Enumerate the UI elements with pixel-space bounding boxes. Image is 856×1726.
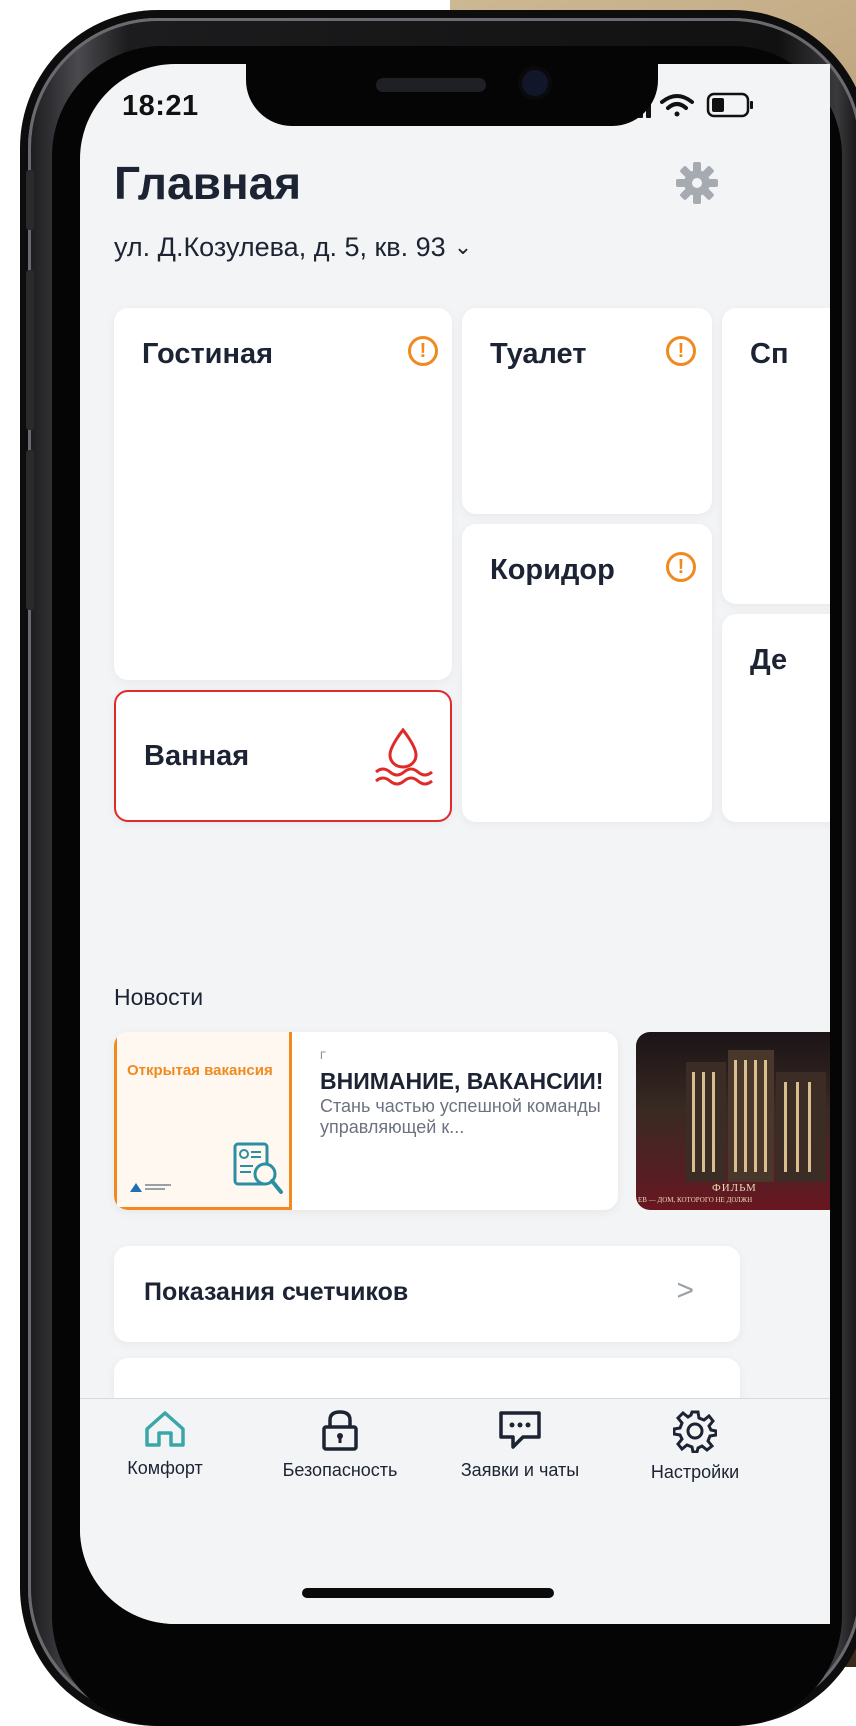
room-card-corridor[interactable]: Коридор ! bbox=[462, 524, 712, 822]
chevron-right-icon: > bbox=[676, 1274, 694, 1307]
status-time: 18:21 bbox=[122, 90, 199, 122]
meter-readings-row[interactable]: Показания счетчиков > bbox=[114, 1246, 740, 1342]
room-card-toilet[interactable]: Туалет ! bbox=[462, 308, 712, 514]
app-content: 18:21 Главная ул. Д.Козулева, д. 5, кв. … bbox=[80, 64, 830, 1624]
room-name: Туалет bbox=[490, 338, 587, 370]
tab-label: Настройки bbox=[650, 1462, 740, 1482]
room-card-bathroom[interactable]: Ванная bbox=[114, 690, 452, 822]
chat-icon bbox=[499, 1411, 541, 1449]
tab-settings[interactable]: Настройки bbox=[640, 1409, 750, 1483]
tab-label: Комфорт bbox=[127, 1458, 203, 1478]
water-leak-icon bbox=[375, 727, 433, 786]
film-subtitle: ЕВ — ДОМ, КОТОРОГО НЕ ДОЛЖН bbox=[638, 1196, 753, 1204]
room-name: Сп bbox=[750, 338, 789, 370]
company-logo bbox=[130, 1183, 171, 1192]
meter-readings-label: Показания счетчиков bbox=[144, 1278, 409, 1306]
room-card-kids[interactable]: Де bbox=[722, 614, 830, 822]
room-card-living[interactable]: Гостиная ! bbox=[114, 308, 452, 680]
thumbnail-title: Открытая вакансия bbox=[127, 1062, 273, 1079]
news-thumbnail: Открытая вакансия bbox=[114, 1032, 292, 1210]
home-indicator bbox=[302, 1588, 554, 1598]
tab-security[interactable]: Безопасность bbox=[270, 1409, 410, 1481]
chevron-down-icon: ⌄ bbox=[453, 234, 473, 259]
volume-down-button bbox=[26, 450, 34, 610]
gear-icon bbox=[672, 1410, 718, 1454]
tab-comfort[interactable]: Комфорт bbox=[120, 1409, 210, 1479]
warning-icon: ! bbox=[666, 336, 696, 366]
news-subtitle: Стань частью успешной команды управляюще… bbox=[320, 1096, 601, 1137]
news-text: Г ВНИМАНИЕ, ВАКАНСИИ! Стань частью успеш… bbox=[320, 1050, 610, 1138]
front-camera bbox=[522, 70, 548, 96]
page-title: Главная bbox=[114, 157, 302, 209]
film-label: ФИЛЬМ bbox=[712, 1182, 757, 1194]
gear-icon[interactable] bbox=[674, 160, 720, 206]
room-name: Коридор bbox=[490, 554, 615, 586]
room-card-bedroom[interactable]: Сп bbox=[722, 308, 830, 604]
address-selector[interactable]: ул. Д.Козулева, д. 5, кв. 93 ⌄ bbox=[114, 232, 472, 263]
tab-label: Безопасность bbox=[282, 1460, 398, 1480]
room-name: Гостиная bbox=[142, 338, 274, 370]
warning-icon: ! bbox=[408, 336, 438, 366]
tab-requests-chats[interactable]: Заявки и чаты bbox=[450, 1409, 590, 1481]
building-image bbox=[686, 1050, 826, 1182]
wifi-icon bbox=[660, 94, 694, 117]
news-section-title: Новости bbox=[114, 984, 204, 1010]
tab-label: Заявки и чаты bbox=[460, 1460, 580, 1480]
news-source-mark: Г bbox=[320, 1050, 326, 1062]
home-icon bbox=[145, 1411, 185, 1447]
phone-screen: 18:21 Главная ул. Д.Козулева, д. 5, кв. … bbox=[80, 64, 830, 1624]
mute-switch bbox=[26, 170, 34, 230]
news-card-film[interactable]: ФИЛЬМ ЕВ — ДОМ, КОТОРОГО НЕ ДОЛЖН bbox=[636, 1032, 830, 1210]
phone-notch bbox=[246, 64, 658, 126]
address-text: ул. Д.Козулева, д. 5, кв. 93 bbox=[114, 232, 446, 262]
room-name: Ванная bbox=[144, 740, 250, 772]
room-name: Де bbox=[750, 644, 788, 676]
news-title: ВНИМАНИЕ, ВАКАНСИИ! bbox=[320, 1068, 604, 1094]
document-search-icon bbox=[233, 1142, 283, 1194]
speaker-grille bbox=[376, 78, 486, 92]
battery-icon bbox=[706, 92, 753, 118]
news-card-vacancy[interactable]: Открытая вакансия Г ВНИМАНИЕ, ВАКАНСИИ! … bbox=[114, 1032, 618, 1210]
lock-icon bbox=[322, 1410, 358, 1451]
volume-up-button bbox=[26, 270, 34, 430]
warning-icon: ! bbox=[666, 552, 696, 582]
